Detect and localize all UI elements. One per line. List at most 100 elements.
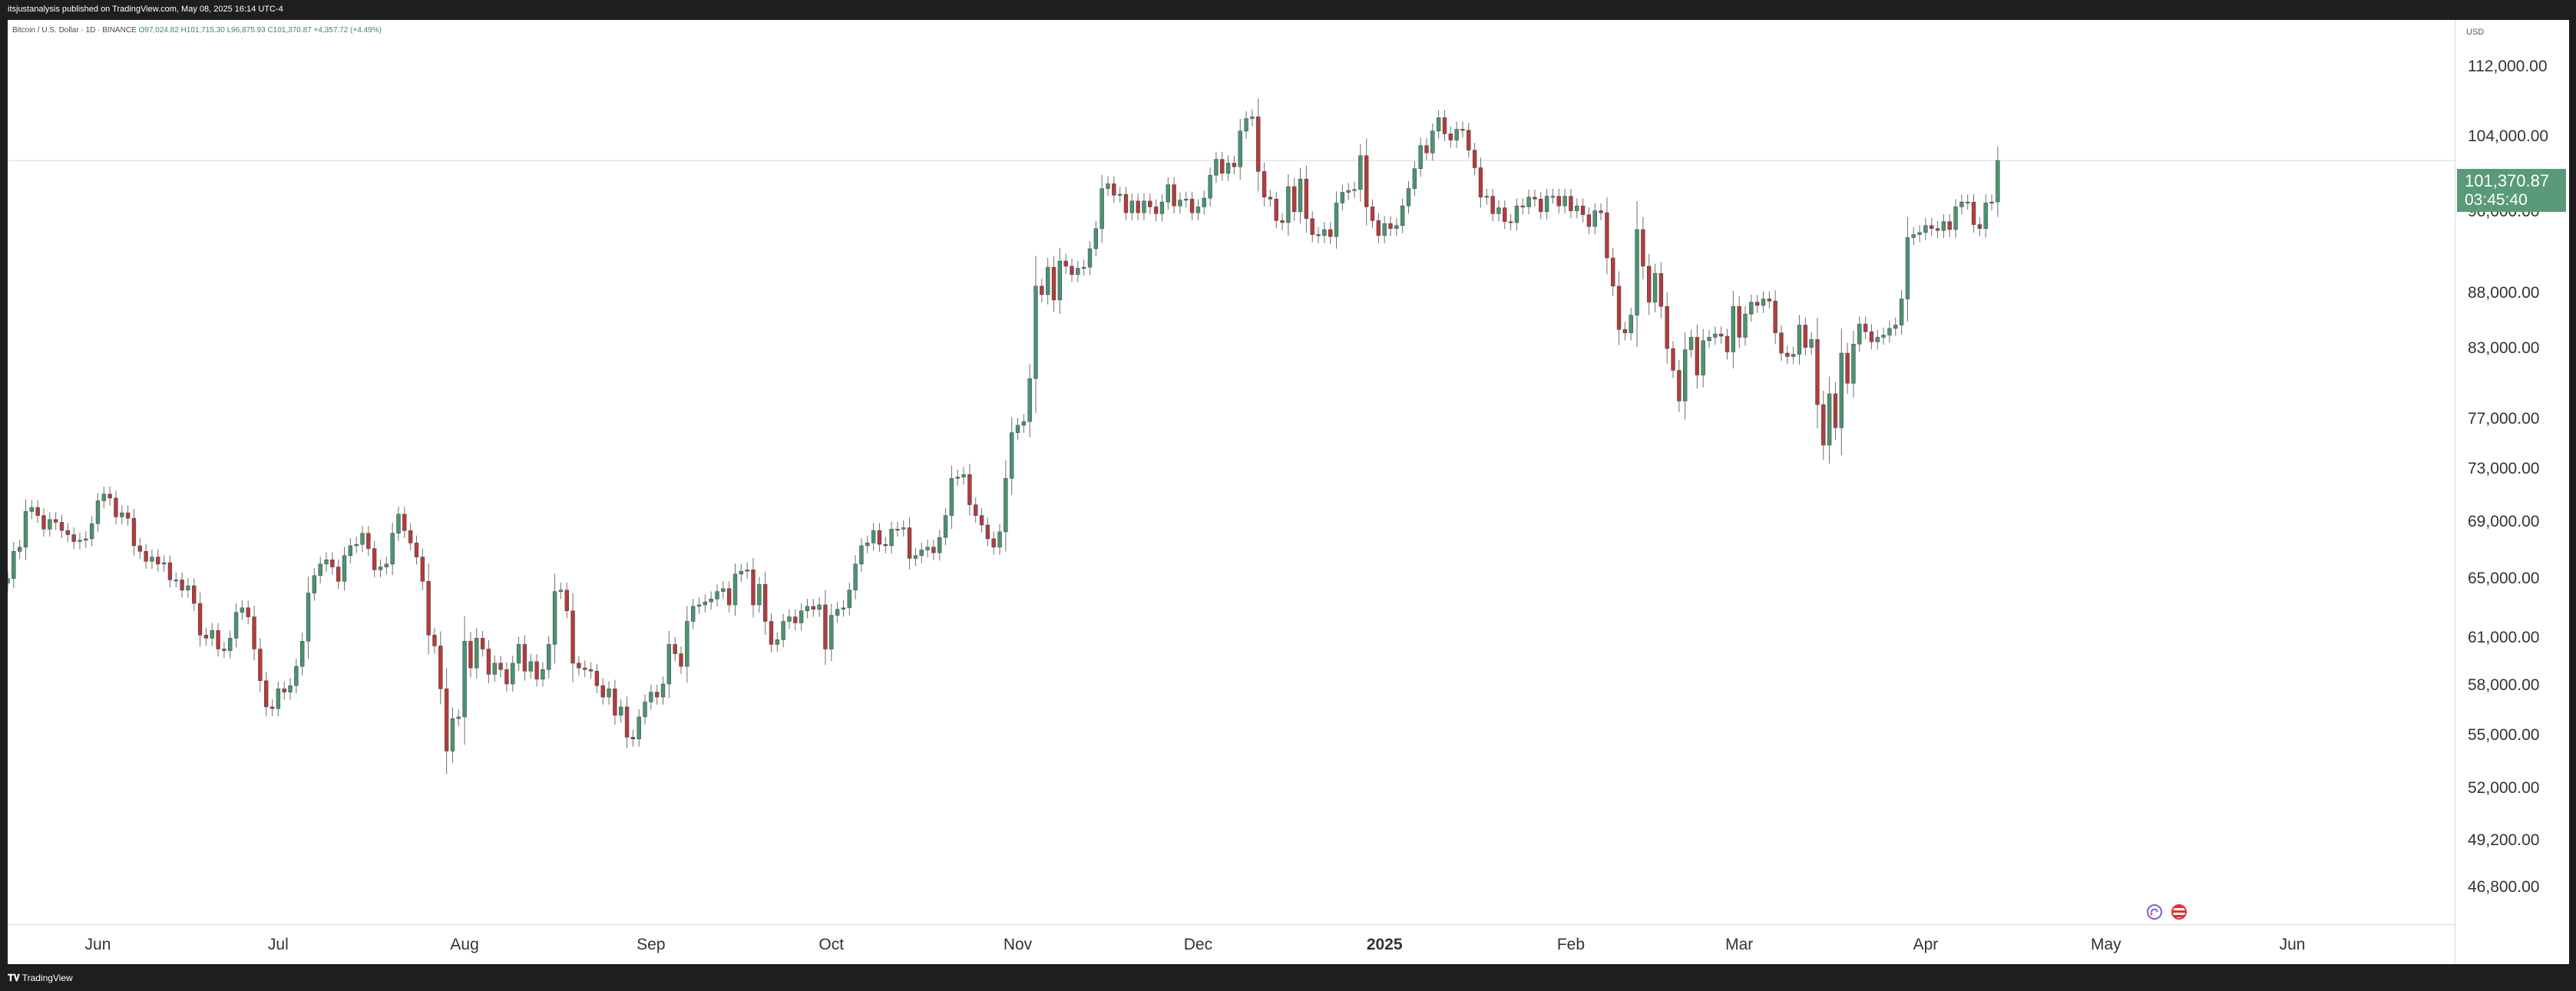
candle-down <box>1364 155 1369 207</box>
candle-down <box>246 607 250 617</box>
current-price-value: 101,370.87 <box>2465 171 2550 190</box>
candle-up <box>1033 286 1038 379</box>
candle-up <box>709 598 713 603</box>
candle-up <box>1027 378 1032 422</box>
candle-down <box>1935 228 1940 231</box>
time-tick-label: Sep <box>637 936 666 953</box>
candle-down <box>1063 260 1068 267</box>
candle-up <box>306 593 311 642</box>
candle-down <box>1388 223 1393 229</box>
candle-down <box>1611 257 1615 286</box>
price-tick-label: 83,000.00 <box>2468 339 2540 358</box>
candle-up <box>739 570 743 575</box>
candlestick-chart <box>8 98 2455 775</box>
candle-up <box>1093 228 1098 249</box>
candle-down <box>1539 199 1543 213</box>
candle-up <box>847 590 852 609</box>
candle-down <box>1123 193 1129 213</box>
candle-up <box>1244 118 1248 131</box>
candle-down <box>192 585 197 604</box>
candle-up <box>997 531 1002 548</box>
tv-logo-icon: 𝐓𝐕 <box>8 973 20 983</box>
publish-text: itsjustanalysis published on TradingView… <box>8 5 283 14</box>
candle-up <box>1045 266 1050 296</box>
candle-up <box>48 519 52 530</box>
candle-up <box>462 641 467 718</box>
candle-down <box>1677 370 1682 401</box>
candle-down <box>1172 184 1176 206</box>
time-axis[interactable]: Jun Jul Aug Sep Oct Nov Dec 2025 Feb Mar Apr May Jun <box>8 924 2455 965</box>
candle-up <box>1827 393 1832 446</box>
candle-up <box>1298 178 1303 213</box>
candle-down <box>1863 323 1868 332</box>
candle-up <box>696 604 702 607</box>
candle-up <box>1142 200 1146 213</box>
candle-down <box>65 530 70 535</box>
candle-down <box>1442 117 1447 134</box>
open-value: O97,024.82 <box>138 26 179 35</box>
candle-down <box>336 567 341 582</box>
candle-up <box>541 669 545 679</box>
candle-down <box>107 494 112 499</box>
candle-up <box>23 511 28 548</box>
candle-up <box>1911 234 1916 238</box>
candle-down <box>655 692 660 698</box>
candle-down <box>974 504 978 516</box>
candle-down <box>1472 150 1477 168</box>
candle-down <box>1833 393 1838 428</box>
event-icon[interactable] <box>2147 904 2162 920</box>
candle-up <box>1238 130 1242 167</box>
price-tick-label: 65,000.00 <box>2468 569 2540 587</box>
candle-down <box>1665 306 1669 349</box>
candle-down <box>1658 273 1664 307</box>
candle-down <box>1467 130 1471 150</box>
candle-up <box>1683 349 1688 401</box>
candle-down <box>1580 205 1586 215</box>
price-axis[interactable]: USD 112,000.00104,000.0096,000.0088,000.… <box>2455 20 2569 964</box>
candle-down <box>144 551 148 562</box>
tradingview-logo[interactable]: 𝐓𝐕 TradingView <box>8 973 73 984</box>
candle-down <box>1189 199 1195 213</box>
candle-up <box>757 583 762 606</box>
candle-up <box>919 550 924 557</box>
low-value: L96,875.93 <box>227 26 266 35</box>
candle-up <box>1761 299 1766 306</box>
candle-down <box>1256 116 1261 172</box>
candle-up <box>1550 196 1556 198</box>
candle-up <box>342 555 347 582</box>
candle-up <box>1544 196 1549 213</box>
candle-up <box>1514 205 1519 223</box>
candle-up <box>1575 205 1579 211</box>
candle-down <box>570 610 575 664</box>
candle-down <box>1569 196 1573 211</box>
candle-up <box>288 685 293 692</box>
candle-up <box>1749 302 1754 315</box>
candle-down <box>1647 266 1652 302</box>
candle-down <box>1616 286 1622 330</box>
chart-plot-area[interactable]: Bitcoin / U.S. Dollar · 1D · BINANCE O97… <box>8 20 2455 924</box>
candle-up <box>8 578 10 583</box>
candle-down <box>468 641 473 669</box>
candle-down <box>1845 352 1850 384</box>
high-value: H101,715.30 <box>180 26 225 35</box>
candle-down <box>967 474 972 505</box>
price-tick-label: 46,800.00 <box>2468 878 2540 896</box>
candle-down <box>1040 286 1044 296</box>
time-tick-label: Jul <box>267 936 289 953</box>
candle-down <box>402 514 407 531</box>
close-value: C101,370.87 <box>267 26 312 35</box>
candle-down <box>1220 159 1225 174</box>
us-flag-icon[interactable] <box>2171 904 2187 920</box>
price-tick-label: 55,000.00 <box>2468 726 2540 745</box>
candle-up <box>29 507 34 512</box>
candle-up <box>1454 129 1459 140</box>
candle-up <box>715 591 719 600</box>
candle-down <box>1274 199 1278 221</box>
candle-up <box>1953 206 1958 230</box>
time-tick-label: Feb <box>1556 936 1585 953</box>
candle-down <box>137 545 142 552</box>
candle-down <box>372 548 377 570</box>
candle-up <box>1496 207 1501 214</box>
candle-down <box>486 649 491 675</box>
candle-down <box>1136 200 1140 213</box>
